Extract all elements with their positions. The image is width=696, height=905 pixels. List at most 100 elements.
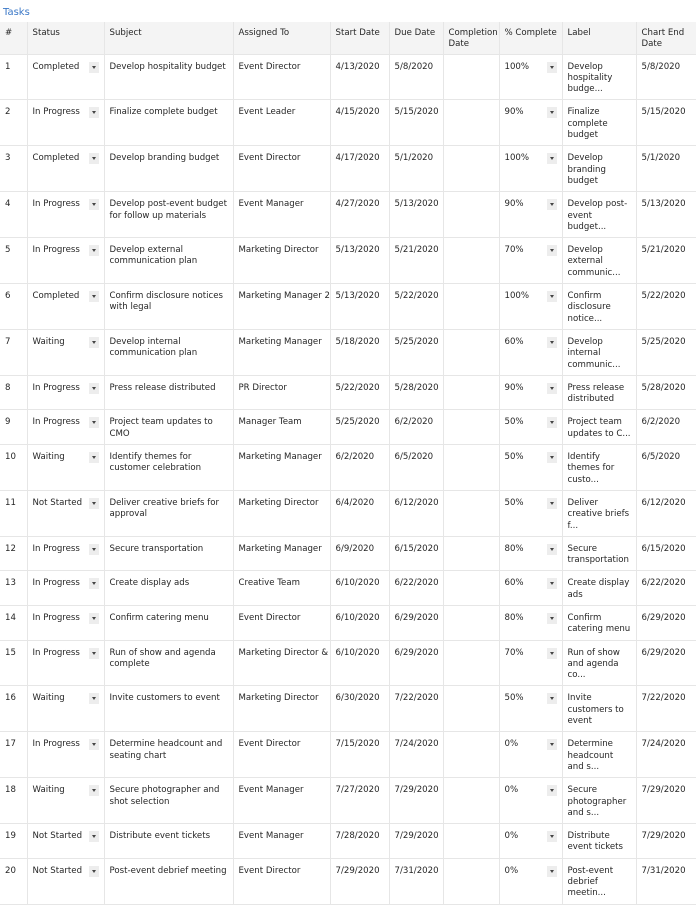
chevron-down-icon[interactable] <box>546 739 557 751</box>
chart-end-date-cell[interactable]: 5/13/2020 <box>636 191 696 239</box>
subject-cell[interactable]: Deliver creative briefs for approval <box>104 490 234 537</box>
subject-cell[interactable]: Secure transportation <box>104 536 234 572</box>
table-row[interactable]: 2 In Progress Finalize complete budget Even… <box>0 99 696 147</box>
subject-cell[interactable]: Create display ads <box>104 570 234 606</box>
percent-complete-cell[interactable]: 60% <box>499 570 563 606</box>
completion-date-cell[interactable] <box>443 490 500 537</box>
label-cell[interactable]: Determine headcount and s... <box>562 731 637 779</box>
percent-complete-cell[interactable]: 70% <box>499 640 563 687</box>
label-cell[interactable]: Distribute event tickets <box>562 823 637 859</box>
label-cell[interactable]: Develop external communic... <box>562 237 637 285</box>
percent-complete-cell[interactable]: 90% <box>499 99 563 147</box>
chevron-down-icon[interactable] <box>546 452 557 464</box>
table-row[interactable]: 6 Completed Confirm disclosure notices wit… <box>0 283 696 330</box>
completion-date-cell[interactable] <box>443 329 500 376</box>
start-date-cell[interactable]: 6/10/2020 <box>330 605 390 641</box>
due-date-cell[interactable]: 5/1/2020 <box>389 145 444 193</box>
table-row[interactable]: 9 In Progress Project team updates to CMO M… <box>0 409 696 446</box>
start-date-cell[interactable]: 7/27/2020 <box>330 777 390 825</box>
chevron-down-icon[interactable] <box>546 61 557 73</box>
chevron-down-icon[interactable] <box>546 417 557 429</box>
subject-cell[interactable]: Develop post-event budget for follow up … <box>104 191 234 239</box>
column-header-start-date[interactable]: Start Date <box>330 22 390 55</box>
chevron-down-icon[interactable] <box>88 245 99 257</box>
chevron-down-icon[interactable] <box>546 785 557 797</box>
chevron-down-icon[interactable] <box>88 865 99 877</box>
chevron-down-icon[interactable] <box>546 107 557 119</box>
label-cell[interactable]: Develop post-event budget... <box>562 191 637 239</box>
chevron-down-icon[interactable] <box>88 831 99 843</box>
due-date-cell[interactable]: 6/29/2020 <box>389 640 444 687</box>
chevron-down-icon[interactable] <box>88 291 99 303</box>
status-cell[interactable]: Completed <box>27 145 105 193</box>
chevron-down-icon[interactable] <box>88 739 99 751</box>
percent-complete-cell[interactable]: 0% <box>499 731 563 779</box>
completion-date-cell[interactable] <box>443 375 500 411</box>
chevron-down-icon[interactable] <box>546 497 557 509</box>
percent-complete-cell[interactable]: 90% <box>499 375 563 411</box>
due-date-cell[interactable]: 5/15/2020 <box>389 99 444 147</box>
due-date-cell[interactable]: 5/13/2020 <box>389 191 444 239</box>
completion-date-cell[interactable] <box>443 444 500 491</box>
status-cell[interactable]: In Progress <box>27 570 105 606</box>
label-cell[interactable]: Deliver creative briefs f... <box>562 490 637 537</box>
chart-end-date-cell[interactable]: 5/1/2020 <box>636 145 696 193</box>
due-date-cell[interactable]: 6/29/2020 <box>389 605 444 641</box>
due-date-cell[interactable]: 6/15/2020 <box>389 536 444 572</box>
start-date-cell[interactable]: 7/15/2020 <box>330 731 390 779</box>
assigned-to-cell[interactable]: Marketing Director & E <box>233 640 331 687</box>
column-header-assigned-to[interactable]: Assigned To <box>233 22 331 55</box>
start-date-cell[interactable]: 5/25/2020 <box>330 409 390 446</box>
assigned-to-cell[interactable]: Marketing Director <box>233 237 331 285</box>
start-date-cell[interactable]: 5/22/2020 <box>330 375 390 411</box>
status-cell[interactable]: In Progress <box>27 409 105 446</box>
percent-complete-cell[interactable]: 50% <box>499 409 563 446</box>
column-header-due-date[interactable]: Due Date <box>389 22 444 55</box>
chevron-down-icon[interactable] <box>88 578 99 590</box>
table-row[interactable]: 5 In Progress Develop external communicati… <box>0 237 696 285</box>
due-date-cell[interactable]: 6/5/2020 <box>389 444 444 491</box>
chevron-down-icon[interactable] <box>88 417 99 429</box>
start-date-cell[interactable]: 7/28/2020 <box>330 823 390 859</box>
chevron-down-icon[interactable] <box>88 382 99 394</box>
start-date-cell[interactable]: 4/17/2020 <box>330 145 390 193</box>
chevron-down-icon[interactable] <box>88 61 99 73</box>
chevron-down-icon[interactable] <box>88 107 99 119</box>
label-cell[interactable]: Finalize complete budget <box>562 99 637 147</box>
status-cell[interactable]: Completed <box>27 283 105 330</box>
subject-cell[interactable]: Confirm catering menu <box>104 605 234 641</box>
label-cell[interactable]: Project team updates to C... <box>562 409 637 446</box>
chart-end-date-cell[interactable]: 6/2/2020 <box>636 409 696 446</box>
chevron-down-icon[interactable] <box>88 153 99 165</box>
due-date-cell[interactable]: 5/28/2020 <box>389 375 444 411</box>
start-date-cell[interactable]: 6/10/2020 <box>330 640 390 687</box>
column-header-completion-date[interactable]: Completion Date <box>443 22 500 55</box>
status-cell[interactable]: In Progress <box>27 536 105 572</box>
column-header-number[interactable]: # <box>0 22 28 55</box>
start-date-cell[interactable]: 6/30/2020 <box>330 685 390 733</box>
label-cell[interactable]: Identify themes for custo... <box>562 444 637 491</box>
subject-cell[interactable]: Project team updates to CMO <box>104 409 234 446</box>
assigned-to-cell[interactable]: Event Manager <box>233 777 331 825</box>
percent-complete-cell[interactable]: 90% <box>499 191 563 239</box>
chevron-down-icon[interactable] <box>88 785 99 797</box>
table-row[interactable]: 7 Waiting Develop internal communication p… <box>0 329 696 376</box>
due-date-cell[interactable]: 7/22/2020 <box>389 685 444 733</box>
chevron-down-icon[interactable] <box>88 452 99 464</box>
percent-complete-cell[interactable]: 60% <box>499 329 563 376</box>
assigned-to-cell[interactable]: PR Director <box>233 375 331 411</box>
column-header-subject[interactable]: Subject <box>104 22 234 55</box>
completion-date-cell[interactable] <box>443 99 500 147</box>
completion-date-cell[interactable] <box>443 640 500 687</box>
label-cell[interactable]: Post-event debrief meetin... <box>562 858 637 905</box>
assigned-to-cell[interactable]: Event Director <box>233 605 331 641</box>
due-date-cell[interactable]: 5/21/2020 <box>389 237 444 285</box>
assigned-to-cell[interactable]: Creative Team <box>233 570 331 606</box>
label-cell[interactable]: Confirm catering menu <box>562 605 637 641</box>
assigned-to-cell[interactable]: Marketing Manager <box>233 444 331 491</box>
chevron-down-icon[interactable] <box>546 245 557 257</box>
chevron-down-icon[interactable] <box>546 291 557 303</box>
start-date-cell[interactable]: 4/13/2020 <box>330 54 390 101</box>
status-cell[interactable]: In Progress <box>27 731 105 779</box>
completion-date-cell[interactable] <box>443 777 500 825</box>
